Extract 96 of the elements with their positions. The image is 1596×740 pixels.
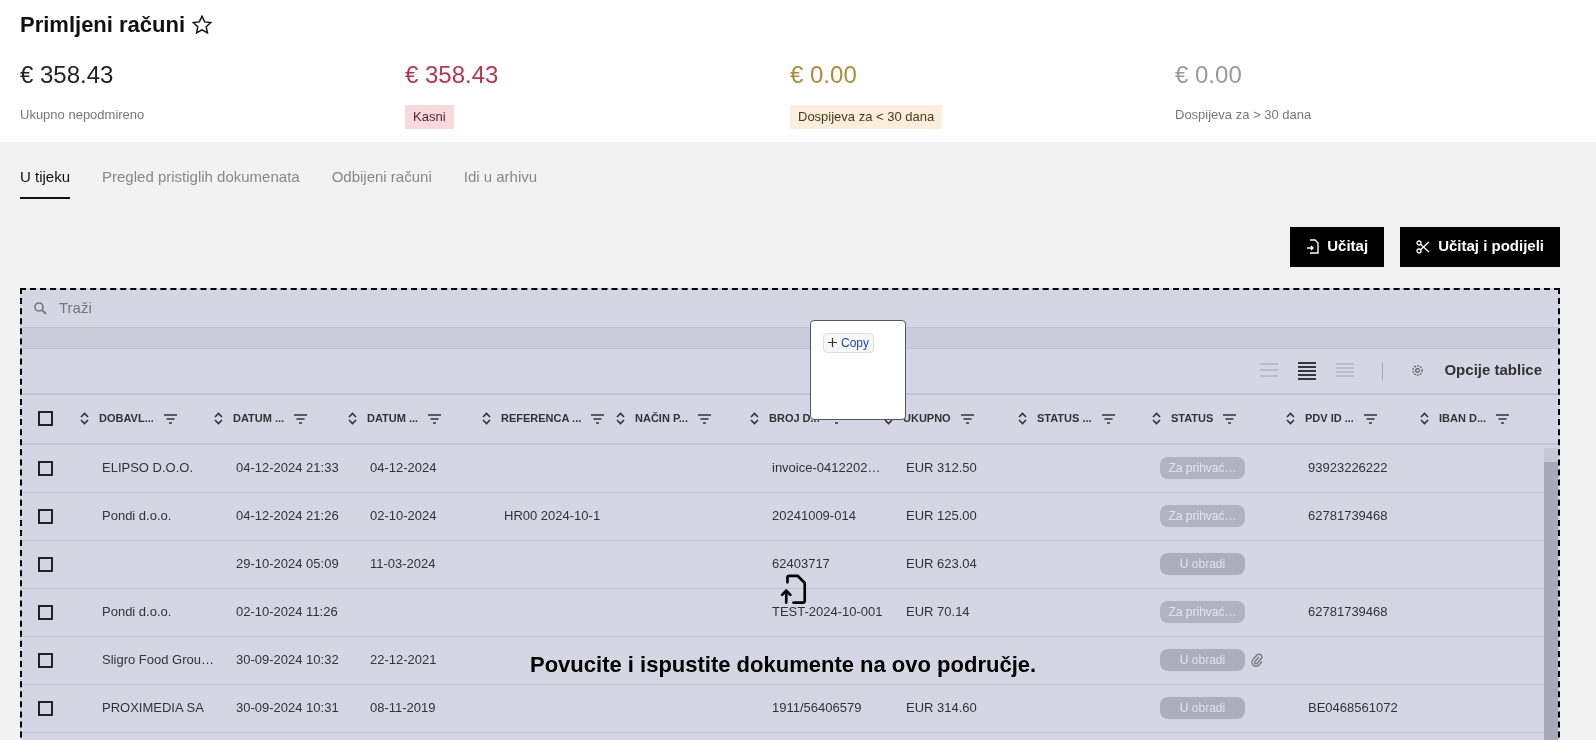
filter-icon[interactable] xyxy=(163,413,177,424)
table-cell: 02-10-2024 11:26 xyxy=(236,604,338,620)
sort-icon[interactable] xyxy=(750,412,759,425)
plus-icon xyxy=(828,338,837,347)
row-checkbox[interactable] xyxy=(37,604,53,620)
row-checkbox[interactable] xyxy=(37,460,53,476)
column-header: PDV ID ... xyxy=(1305,411,1354,427)
table-cell: 1911/56406579 xyxy=(772,700,862,716)
row-checkbox[interactable] xyxy=(37,556,53,572)
drop-zone[interactable] xyxy=(20,287,1560,740)
table-cell: invoice-0412202… xyxy=(772,460,881,476)
column-header: DATUM ... xyxy=(233,411,285,427)
upload-button[interactable]: Učitaj xyxy=(1290,226,1385,267)
scissors-icon xyxy=(1416,239,1431,254)
table-cell: 93923226222 xyxy=(1308,460,1388,476)
tab[interactable]: U tijeku xyxy=(20,166,71,199)
column-header: STATUS ... xyxy=(1037,411,1092,427)
filter-icon[interactable] xyxy=(698,413,711,424)
summary-label: Ukupno nepodmireno xyxy=(20,106,145,124)
filter-icon[interactable] xyxy=(1101,413,1115,424)
table-cell: 62403717 xyxy=(772,556,830,572)
file-import-icon xyxy=(1306,239,1320,254)
sort-icon[interactable] xyxy=(1420,412,1429,425)
table-options-button[interactable]: Opcije tablice xyxy=(1444,359,1542,382)
search-field[interactable]: Traži xyxy=(59,296,459,320)
filter-icon[interactable] xyxy=(1496,413,1510,424)
table-cell: 22-12-2021 xyxy=(370,652,437,668)
upload-button[interactable]: Učitaj i podijeli xyxy=(1400,226,1560,267)
table-cell: 30-09-2024 10:32 xyxy=(236,652,339,668)
sort-icon[interactable] xyxy=(1152,412,1161,425)
gear-icon xyxy=(1411,364,1425,377)
table-cell: 20241009-014 xyxy=(772,508,856,524)
table-cell: 04-12-2024 21:26 xyxy=(236,508,339,524)
table-cell: 62781739468 xyxy=(1308,604,1388,620)
filter-icon[interactable] xyxy=(1363,413,1377,424)
column-header: UKUPNO xyxy=(903,411,951,427)
file-upload-icon xyxy=(780,573,808,605)
table-cell: 29-10-2024 05:09 xyxy=(236,556,339,572)
sort-icon[interactable] xyxy=(616,412,625,425)
summary-amount: € 0.00 xyxy=(790,60,857,90)
filter-icon[interactable] xyxy=(960,413,974,424)
table-cell: TEST-2024-10-001 xyxy=(772,604,883,620)
summary-label: Dospijeva za < 30 dana xyxy=(790,105,943,129)
star-icon[interactable] xyxy=(191,13,214,36)
sort-icon[interactable] xyxy=(214,412,223,425)
table-cell: Pondi d.o.o. xyxy=(102,508,172,524)
page-title: Primljeni računi xyxy=(20,11,186,39)
column-header: DATUM ... xyxy=(367,411,419,427)
table-cell: 08-11-2019 xyxy=(370,700,436,716)
column-header: NAČIN P... xyxy=(635,411,688,427)
table-cell: 02-10-2024 xyxy=(370,508,437,524)
table-cell: PROXIMEDIA SA xyxy=(102,700,204,716)
summary-label: Kasni xyxy=(405,105,454,129)
row-checkbox[interactable] xyxy=(37,411,53,426)
filter-icon[interactable] xyxy=(1223,413,1237,424)
table-cell: 30-09-2024 10:31 xyxy=(236,700,339,716)
sort-icon[interactable] xyxy=(482,412,491,425)
table-cell: HR00 2024-10-1 xyxy=(504,508,601,524)
summary-amount: € 0.00 xyxy=(1175,60,1242,90)
column-header: DOBAVL... xyxy=(99,411,154,427)
table-cell: EUR 125.00 xyxy=(906,508,977,524)
column-header: IBAN D... xyxy=(1439,411,1487,427)
table-cell: 04-12-2024 xyxy=(370,460,437,476)
row-checkbox[interactable] xyxy=(37,652,53,668)
table-cell: 62781739468 xyxy=(1308,508,1388,524)
paperclip-icon[interactable] xyxy=(1251,653,1263,667)
copy-button[interactable]: Copy xyxy=(823,332,874,353)
column-header: STATUS xyxy=(1171,411,1214,427)
column-header: REFERENCA ... xyxy=(501,411,582,427)
table-cell: EUR 70.14 xyxy=(906,604,970,620)
table-cell: Pondi d.o.o. xyxy=(102,604,172,620)
sort-icon[interactable] xyxy=(1286,412,1295,425)
search-icon xyxy=(34,301,47,315)
summary-amount: € 358.43 xyxy=(20,60,114,90)
table-cell: Sligro Food Grou… xyxy=(102,652,214,668)
drop-zone-message: Povucite i ispustite dokumente na ovo područje. xyxy=(530,650,1037,679)
filter-icon[interactable] xyxy=(294,413,308,424)
summary-amount: € 358.43 xyxy=(405,60,499,90)
sort-icon[interactable] xyxy=(80,412,89,425)
table-cell: BE0468561072 xyxy=(1308,700,1398,716)
row-checkbox[interactable] xyxy=(37,700,53,716)
table-cell: 04-12-2024 21:33 xyxy=(236,460,339,476)
table-cell: EUR 312.50 xyxy=(906,460,977,476)
column-header: BROJ D... xyxy=(769,411,820,427)
summary-label: Dospijeva za > 30 dana xyxy=(1175,106,1312,124)
scrollbar[interactable] xyxy=(1544,447,1558,740)
sort-icon[interactable] xyxy=(348,412,357,425)
view-density-icon[interactable] xyxy=(1298,361,1317,380)
filter-icon[interactable] xyxy=(428,413,442,424)
filter-icon[interactable] xyxy=(591,413,605,424)
table-cell: 11-03-2024 xyxy=(370,556,436,572)
table-cell: EUR 623.04 xyxy=(906,556,977,572)
row-checkbox[interactable] xyxy=(37,508,53,524)
sort-icon[interactable] xyxy=(1018,412,1027,425)
table-cell: EUR 314.60 xyxy=(906,700,977,716)
table-cell: ELIPSO D.O.O. xyxy=(102,460,194,476)
